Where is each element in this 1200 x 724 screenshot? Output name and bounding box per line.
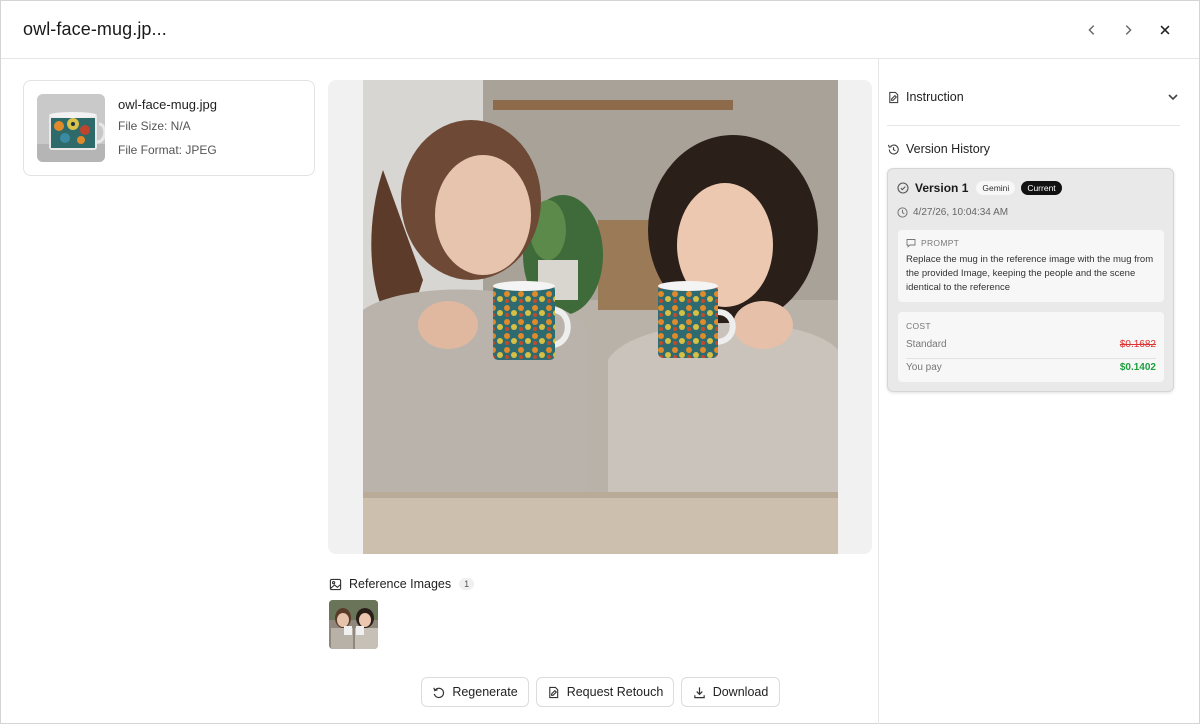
regenerate-button[interactable]: Regenerate [421, 677, 529, 707]
close-icon [1160, 25, 1170, 35]
cost-label: COST [906, 321, 931, 331]
edit-file-icon [547, 686, 560, 699]
generated-image [363, 80, 838, 554]
file-info-card: owl-face-mug.jpg File Size: N/A File For… [23, 80, 315, 176]
standard-cost-value: $0.1682 [1119, 339, 1156, 350]
section-divider [887, 125, 1180, 126]
reference-images-label: Reference Images [349, 577, 452, 591]
prompt-label: PROMPT [921, 238, 960, 248]
version-card[interactable]: Version 1 Gemini Current 4/27/26, 10:04:… [887, 168, 1174, 392]
check-circle-icon [897, 182, 909, 194]
next-button[interactable] [1116, 18, 1140, 42]
model-badge: Gemini [976, 181, 1016, 195]
you-pay-label: You pay [906, 362, 942, 373]
version-title-row: Version 1 Gemini Current [897, 181, 1062, 195]
download-button[interactable]: Download [681, 677, 780, 707]
instruction-section-header[interactable]: Instruction [887, 88, 964, 106]
request-retouch-label: Request Retouch [566, 685, 664, 699]
you-pay-row: You pay $0.1402 [906, 362, 1156, 373]
version-history-title: Version History [906, 142, 991, 156]
regenerate-label: Regenerate [452, 685, 518, 699]
version-timestamp: 4/27/26, 10:04:34 AM [913, 207, 1009, 218]
standard-cost-label: Standard [906, 339, 947, 350]
image-detail-modal: owl-face-mug.jp... owl-face-mug.jpg File… [0, 0, 1200, 724]
cost-box: COST Standard $0.1682 You pay $0.1402 [898, 312, 1164, 382]
file-thumbnail [37, 94, 105, 162]
modal-header: owl-face-mug.jp... [1, 1, 1199, 59]
current-badge: Current [1021, 181, 1062, 195]
modal-title: owl-face-mug.jp... [23, 19, 167, 39]
chevron-left-icon [1088, 25, 1095, 35]
close-button[interactable] [1153, 18, 1177, 42]
panel-divider [878, 59, 879, 724]
image-icon [329, 578, 342, 591]
version-timestamp-row: 4/27/26, 10:04:34 AM [897, 207, 1008, 218]
chevron-right-icon [1125, 25, 1132, 35]
reference-image-thumbnail[interactable] [329, 600, 378, 649]
cost-divider [906, 358, 1156, 359]
download-label: Download [712, 685, 769, 699]
previous-button[interactable] [1080, 18, 1104, 42]
clock-icon [897, 207, 908, 218]
version-history-header: Version History [887, 140, 990, 158]
file-size: File Size: N/A [118, 119, 191, 133]
prompt-label-row: PROMPT [906, 238, 959, 248]
file-name: owl-face-mug.jpg [118, 97, 217, 112]
prompt-box: PROMPT Replace the mug in the reference … [898, 230, 1164, 302]
prompt-text: Replace the mug in the reference image w… [906, 254, 1154, 293]
reference-count-badge: 1 [459, 578, 475, 590]
history-icon [887, 143, 900, 156]
reference-images-header: Reference Images 1 [329, 576, 475, 592]
standard-cost-row: Standard $0.1682 [906, 339, 1156, 350]
mug-thumbnail-image [37, 94, 105, 162]
message-icon [906, 238, 916, 248]
chevron-down-icon[interactable] [1165, 89, 1181, 105]
download-icon [693, 686, 706, 699]
rotate-icon [432, 686, 445, 699]
instruction-title: Instruction [906, 90, 964, 104]
document-edit-icon [887, 91, 900, 104]
image-preview [328, 80, 872, 554]
request-retouch-button[interactable]: Request Retouch [536, 677, 674, 707]
you-pay-value: $0.1402 [1119, 362, 1156, 373]
file-format: File Format: JPEG [118, 143, 217, 157]
version-title: Version 1 [915, 181, 969, 195]
